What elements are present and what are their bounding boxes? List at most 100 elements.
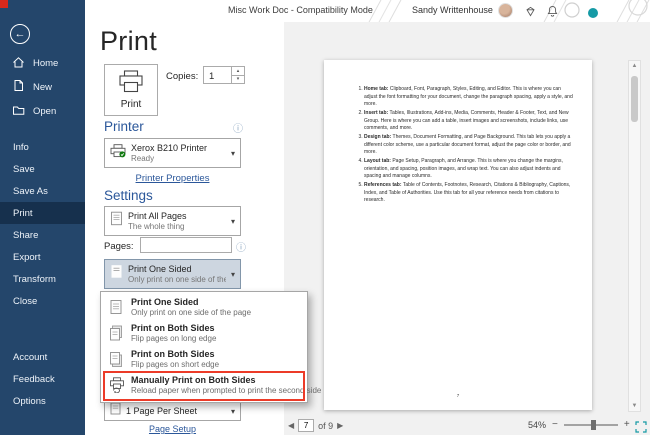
sidebar-item-home[interactable]: Home [0, 52, 85, 74]
range-subtitle: The whole thing [128, 221, 185, 231]
title-bar: Misc Work Doc - Compatibility Mode Sandy… [85, 0, 650, 22]
zoom-in-icon[interactable]: + [624, 420, 630, 430]
pages-per-sheet-dropdown[interactable]: 1 Page Per Sheet ▾ [104, 401, 241, 421]
pages-info-icon[interactable]: ⓘ [236, 239, 246, 254]
sidebar-item-transform[interactable]: Transform [0, 268, 85, 290]
menu-item-title: Manually Print on Both Sides [131, 375, 256, 385]
zoom-slider-thumb[interactable] [590, 420, 596, 430]
sidebar-item-save-as[interactable]: Save As [0, 180, 85, 202]
scroll-down-icon[interactable]: ▼ [629, 403, 640, 409]
zoom-to-page-icon[interactable] [635, 420, 647, 435]
sidebar-item-feedback[interactable]: Feedback [0, 368, 85, 390]
next-page-icon[interactable]: ▶ [337, 421, 343, 430]
sidebar-item-label: Transform [13, 273, 56, 285]
printer-select-dropdown[interactable]: Xerox B210 Printer Ready ▾ [104, 138, 241, 168]
previous-page-icon[interactable]: ◀ [288, 421, 294, 430]
printer-selection: Xerox B210 Printer Ready [131, 143, 226, 163]
sidebar-item-label: New [33, 81, 53, 93]
window-corner-marker [0, 0, 8, 8]
user-avatar[interactable] [498, 3, 513, 18]
preview-list-item: References tab: Table of Contents, Footn… [364, 182, 574, 205]
sidebar-item-label: Account [13, 351, 48, 363]
sidebar-item-label: Options [13, 395, 46, 407]
menu-item-print-one-sided[interactable]: Print One Sided Only print on one side o… [101, 295, 307, 321]
one-sided-page-icon [109, 299, 123, 320]
print-range-dropdown[interactable]: Print All Pages The whole thing ▾ [104, 206, 241, 236]
sidebar-item-label: Home [33, 57, 59, 69]
sidebar-item-label: Share [13, 229, 39, 241]
scroll-up-icon[interactable]: ▲ [629, 63, 640, 69]
sides-title: Print One Sided [128, 263, 192, 274]
chevron-down-icon: ▾ [230, 216, 235, 226]
printer-icon [118, 70, 144, 96]
sidebar-item-save[interactable]: Save [0, 158, 85, 180]
page-per-sheet-icon [110, 402, 121, 420]
current-page-input[interactable] [298, 419, 315, 432]
account-user-name: Sandy Writtenhouse [412, 5, 493, 15]
zoom-slider[interactable] [563, 420, 618, 430]
sides-dropdown[interactable]: Print One Sided Only print on one side o… [104, 259, 241, 289]
preview-item-lead: Home tab: [364, 86, 389, 92]
sides-dropdown-menu: Print One Sided Only print on one side o… [100, 291, 322, 403]
sidebar-item-open[interactable]: Open [0, 100, 85, 122]
premium-diamond-icon[interactable] [525, 4, 536, 22]
open-folder-icon [12, 104, 25, 119]
sidebar-item-new[interactable]: New [0, 76, 85, 98]
menu-item-both-sides-short[interactable]: Print on Both Sides Flip pages on short … [101, 347, 307, 373]
menu-item-manually-both-sides[interactable]: Manually Print on Both Sides Reload pape… [101, 373, 322, 399]
menu-item-both-sides-long[interactable]: Print on Both Sides Flip pages on long e… [101, 321, 307, 347]
preview-item-lead: Insert tab: [364, 110, 389, 116]
preview-item-text: Tables, Illustrations, Add-ins, Media, C… [364, 110, 569, 131]
both-sides-short-icon [109, 351, 123, 372]
menu-item-subtitle: Only print on one side of the page [131, 308, 252, 318]
document-preview-content: Home tab: Clipboard, Font, Paragraph, St… [324, 60, 592, 205]
print-button[interactable]: Print [104, 64, 158, 116]
sides-selection: Print One Sided Only print on one side o… [128, 264, 226, 284]
scrollbar-thumb[interactable] [631, 76, 638, 122]
printer-properties-link[interactable]: Printer Properties [104, 173, 241, 184]
spinner-up-icon[interactable]: ▴ [232, 67, 244, 76]
preview-list-item: Home tab: Clipboard, Font, Paragraph, St… [364, 86, 574, 109]
back-arrow-icon: ← [14, 28, 26, 40]
per-sheet-title: 1 Page Per Sheet [126, 405, 198, 416]
backstage-sidebar: ← Home New Open Info Save Save As Print … [0, 0, 85, 435]
print-button-label: Print [120, 99, 142, 110]
menu-item-subtitle: Reload paper when prompted to print the … [131, 386, 322, 396]
menu-item-title: Print One Sided [131, 297, 199, 307]
preview-item-text: Clipboard, Font, Paragraph, Styles, Edit… [364, 86, 573, 107]
page-title: Print [100, 26, 158, 56]
page-setup-link[interactable]: Page Setup [104, 424, 241, 434]
menu-item-title: Print on Both Sides [131, 349, 215, 359]
chevron-down-icon: ▾ [230, 148, 235, 158]
sidebar-item-options[interactable]: Options [0, 390, 85, 412]
copies-input[interactable] [204, 67, 231, 83]
document-preview-page: Home tab: Clipboard, Font, Paragraph, St… [324, 60, 592, 410]
chevron-down-icon: ▾ [230, 269, 235, 279]
preview-list-item: Insert tab: Tables, Illustrations, Add-i… [364, 110, 574, 133]
printer-info-icon[interactable]: ⓘ [233, 120, 243, 135]
back-button[interactable]: ← [10, 24, 30, 44]
pages-range-input[interactable] [140, 237, 232, 253]
preview-item-lead: References tab: [364, 182, 402, 188]
spinner-down-icon[interactable]: ▾ [232, 76, 244, 84]
sidebar-item-account[interactable]: Account [0, 346, 85, 368]
document-title: Misc Work Doc - Compatibility Mode [228, 5, 373, 15]
printer-status-icon [110, 143, 126, 163]
sidebar-item-info[interactable]: Info [0, 136, 85, 158]
home-icon [12, 56, 25, 71]
printer-status: Ready [131, 153, 155, 163]
sidebar-item-label: Export [13, 251, 41, 263]
sidebar-item-share[interactable]: Share [0, 224, 85, 246]
zoom-out-icon[interactable]: − [552, 420, 558, 430]
sidebar-item-print[interactable]: Print [0, 202, 85, 224]
sidebar-item-close[interactable]: Close [0, 290, 85, 312]
zoom-percentage[interactable]: 54% [528, 420, 546, 430]
menu-item-subtitle: Flip pages on short edge [131, 360, 220, 370]
sides-subtitle: Only print on one side of the... [128, 274, 226, 284]
notifications-bell-icon[interactable] [547, 4, 558, 22]
printer-name: Xerox B210 Printer [131, 142, 208, 153]
preview-item-lead: Layout tab: [364, 158, 391, 164]
sidebar-item-export[interactable]: Export [0, 246, 85, 268]
preview-scrollbar[interactable]: ▲ ▼ [628, 60, 641, 412]
per-sheet-selection: 1 Page Per Sheet [126, 406, 226, 417]
